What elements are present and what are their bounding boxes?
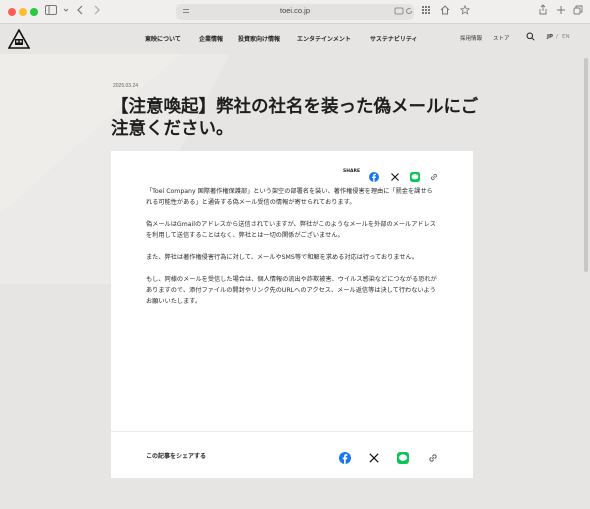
share-icon[interactable] xyxy=(538,4,548,20)
site-header: 東映について 企業情報 投資家向け情報 エンタテインメント サステナビリティ 採… xyxy=(0,24,590,54)
sidebar-icon[interactable] xyxy=(45,4,57,20)
forward-icon[interactable] xyxy=(93,4,101,20)
back-icon[interactable] xyxy=(76,4,84,20)
card-divider xyxy=(111,431,473,432)
lang-jp[interactable]: JP xyxy=(547,34,553,40)
star-icon[interactable] xyxy=(459,4,471,20)
x-icon[interactable] xyxy=(390,167,400,181)
toei-logo[interactable] xyxy=(7,28,31,49)
article-body: 「Toei Company 国際著作権保護部」という架空の部署名を装い、著作権侵… xyxy=(146,186,438,318)
article-paragraph: また、弊社は著作権侵害行為に対して、メールやSMS等で和解を求める対応は行ってお… xyxy=(146,254,418,261)
refresh-icon[interactable] xyxy=(405,6,413,18)
line-icon[interactable] xyxy=(397,449,409,464)
home-icon[interactable] xyxy=(440,4,450,20)
minimize-window-button[interactable] xyxy=(19,8,27,16)
url-text: toei.co.jp xyxy=(279,6,311,15)
new-tab-icon[interactable] xyxy=(556,4,566,20)
nav-store[interactable]: ストア xyxy=(493,34,510,42)
line-icon[interactable] xyxy=(410,167,420,182)
facebook-icon[interactable] xyxy=(339,449,351,464)
link-icon[interactable] xyxy=(427,449,439,462)
article-card: SHARE 「Toei Company 国際著作権保護部」という架空の部署名を装… xyxy=(111,151,473,478)
page-scrollbar[interactable] xyxy=(584,58,588,272)
browser-toolbar: toei.co.jp xyxy=(0,0,590,24)
zoom-window-button[interactable] xyxy=(30,8,38,16)
article-title: 【注意喚起】弊社の社名を装った偽メールにご注意ください。 xyxy=(111,97,479,139)
share-article-label: この記事をシェアする xyxy=(146,453,207,460)
lang-en[interactable]: EN xyxy=(562,34,570,40)
search-icon[interactable] xyxy=(526,32,535,43)
article-paragraph: 「Toei Company 国際著作権保護部」という架空の部署名を装い、著作権侵… xyxy=(146,188,433,206)
nav-investors[interactable]: 投資家向け情報 xyxy=(238,34,280,43)
sidebar-menu-chevron-icon[interactable] xyxy=(63,4,69,20)
lang-separator: / xyxy=(556,34,558,40)
grid-icon[interactable] xyxy=(421,4,431,20)
x-icon[interactable] xyxy=(368,449,380,463)
nav-about[interactable]: 東映について xyxy=(145,34,181,43)
address-bar[interactable]: toei.co.jp xyxy=(176,4,414,20)
nav-entertainment[interactable]: エンタテインメント xyxy=(297,34,351,43)
article-paragraph: 偽メールはGmailのアドレスから送信されていますが、弊社がこのようなメールを外… xyxy=(146,221,436,239)
article-date: 2025.03.24 xyxy=(113,83,139,89)
tabs-icon[interactable] xyxy=(573,4,583,20)
close-window-button[interactable] xyxy=(8,8,16,16)
share-label: SHARE xyxy=(343,169,361,174)
nav-recruit[interactable]: 採用情報 xyxy=(460,34,482,42)
nav-sustainability[interactable]: サステナビリティ xyxy=(370,34,418,43)
article-paragraph: もし、同様のメールを受信した場合は、個人情報の流出や詐欺被害、ウイルス感染などに… xyxy=(146,276,437,305)
nav-corporate[interactable]: 企業情報 xyxy=(199,34,223,43)
facebook-icon[interactable] xyxy=(369,167,379,182)
link-icon[interactable] xyxy=(429,167,439,181)
translate-icon[interactable] xyxy=(394,6,404,18)
